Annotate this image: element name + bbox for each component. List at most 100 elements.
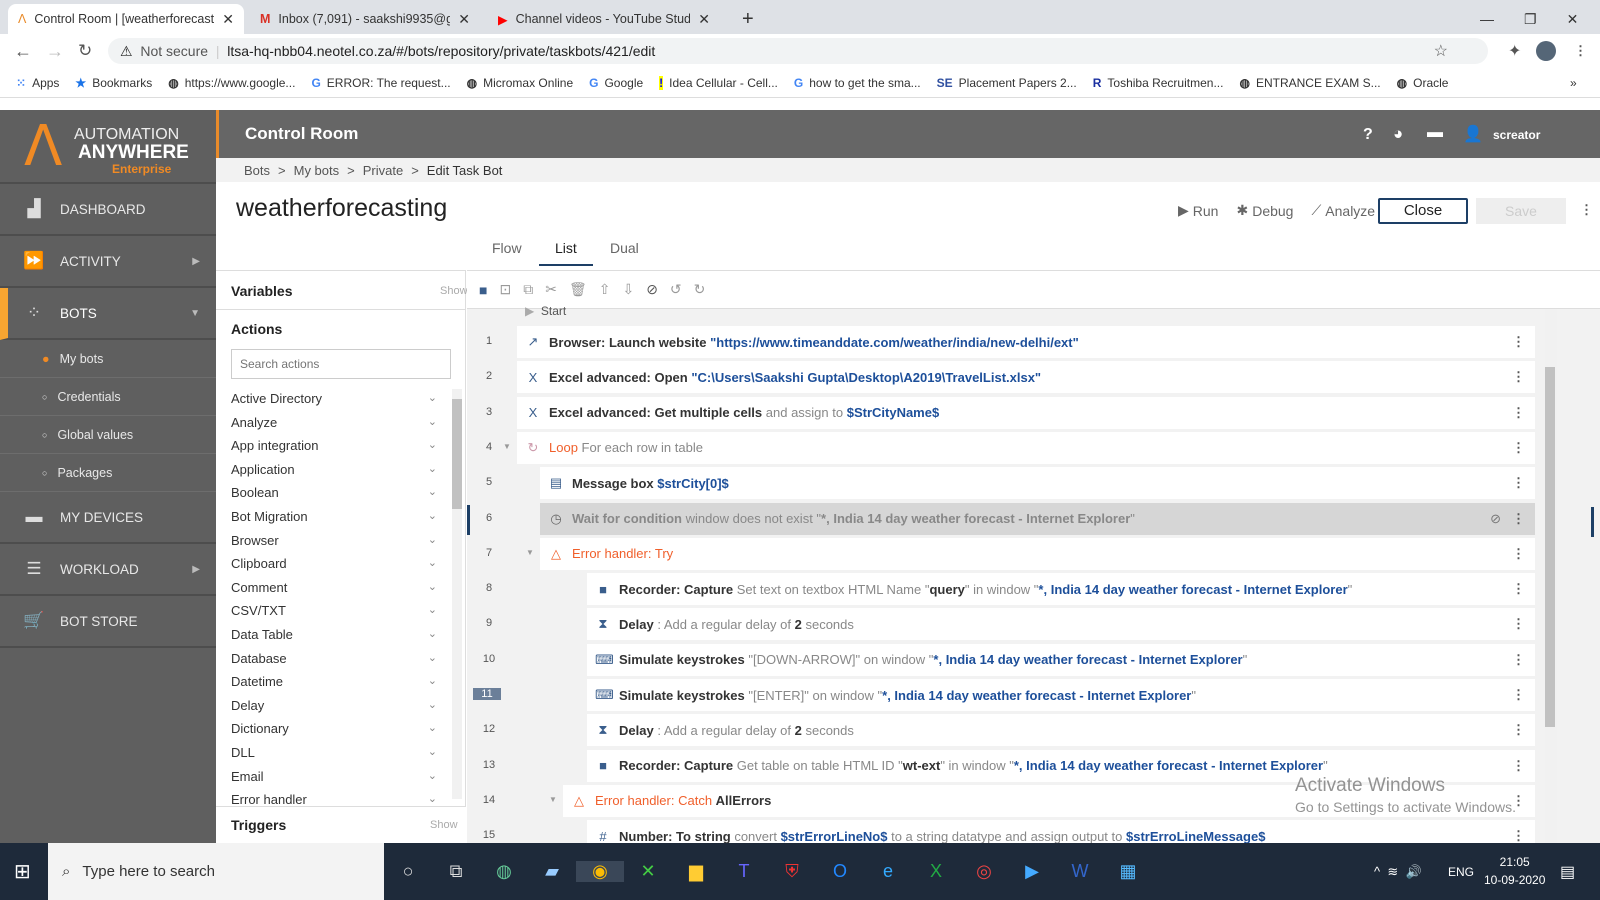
task-view-icon[interactable]: ⧉ (432, 861, 480, 882)
row-menu-icon[interactable]: ⋮ (1512, 511, 1525, 527)
help-icon[interactable]: ? (1363, 126, 1373, 144)
tab-youtube[interactable]: ▶ Channel videos - YouTube Studio ✕ (488, 4, 720, 34)
row-menu-icon[interactable]: ⋮ (1512, 581, 1525, 597)
line-number[interactable]: 6 (477, 512, 501, 524)
bookmark-google-link[interactable]: ◍ https://www.google... (168, 76, 295, 90)
close-tab-icon[interactable]: ✕ (222, 11, 234, 28)
run-button[interactable]: ▶ Run (1178, 202, 1218, 219)
excel-icon[interactable]: X (912, 861, 960, 882)
search-actions-input[interactable] (231, 349, 451, 379)
new-tab-button[interactable]: + (732, 4, 764, 34)
action-category[interactable]: Boolean ⌄ (231, 485, 437, 500)
back-icon[interactable]: ← (14, 41, 32, 62)
tray-icons[interactable]: ^ ≋ 🔊 (1374, 864, 1422, 880)
action-row[interactable]: X Excel advanced: Open "C:\Users\Saakshi … (517, 361, 1535, 394)
breadcrumb-private[interactable]: Private (363, 163, 403, 178)
line-number[interactable]: 13 (477, 759, 501, 771)
action-row[interactable]: ■ Recorder: Capture Get table on table HT… (587, 749, 1535, 782)
screen-icon[interactable]: ⊡ (499, 281, 511, 298)
app-icon[interactable]: ▶ (1008, 861, 1056, 882)
taskbar-search[interactable]: ⌕ Type here to search (48, 843, 384, 900)
row-menu-icon[interactable]: ⋮ (1512, 405, 1525, 421)
line-number[interactable]: 9 (477, 617, 501, 629)
action-row[interactable]: ⧗ Delay : Add a regular delay of 2 second… (587, 608, 1535, 641)
row-menu-icon[interactable]: ⋮ (1512, 828, 1525, 844)
sidebar-sub-credentials[interactable]: ○ Credentials (0, 378, 216, 416)
action-category[interactable]: Clipboard ⌄ (231, 556, 437, 571)
row-menu-icon[interactable]: ⋮ (1512, 616, 1525, 632)
profile-avatar[interactable] (1536, 41, 1556, 61)
app-icon[interactable]: ⛨ (768, 861, 816, 882)
line-number[interactable]: 15 (477, 829, 501, 841)
action-row[interactable]: △ Error handler: Try ⋮ (540, 537, 1535, 570)
bookmark-entrance[interactable]: ◍ ENTRANCE EXAM S... (1239, 76, 1380, 90)
collapse-icon[interactable]: ▼ (549, 795, 557, 804)
globe-icon[interactable]: ◕ (1393, 124, 1403, 144)
delete-icon[interactable]: 🗑 (569, 281, 587, 298)
sidebar-sub-my-bots[interactable]: ● My bots (0, 340, 216, 378)
action-category[interactable]: Delay ⌄ (231, 698, 437, 713)
close-tab-icon[interactable]: ✕ (698, 11, 710, 28)
action-category[interactable]: Comment ⌄ (231, 580, 437, 595)
row-menu-icon[interactable]: ⋮ (1512, 793, 1525, 809)
bookmark-how-to[interactable]: Ghow to get the sma... (794, 76, 921, 90)
row-menu-icon[interactable]: ⋮ (1512, 475, 1525, 491)
analyze-button[interactable]: ⟋ Analyze (1311, 202, 1375, 219)
file-explorer-icon[interactable]: ▆ (672, 861, 720, 882)
line-number[interactable]: 1 (477, 335, 501, 347)
extensions-icon[interactable]: ✦ (1508, 41, 1521, 61)
line-number[interactable]: 5 (477, 476, 501, 488)
tab-dual[interactable]: Dual (610, 240, 639, 256)
undo-icon[interactable]: ↺ (670, 281, 682, 298)
edge-icon[interactable]: e (864, 861, 912, 882)
breadcrumb-my-bots[interactable]: My bots (294, 163, 340, 178)
sidebar-item-activity[interactable]: ⏩ ACTIVITY ▶ (0, 236, 216, 288)
star-icon[interactable]: ☆ (1434, 41, 1448, 61)
url-bar[interactable]: ⚠ Not secure | ltsa-hq-nbb04.neotel.co.z… (108, 38, 1488, 64)
line-number[interactable]: 14 (477, 794, 501, 806)
app-icon[interactable]: ◍ (480, 861, 528, 882)
sidebar-item-workload[interactable]: ☰ WORKLOAD ▶ (0, 544, 216, 596)
action-category[interactable]: App integration ⌄ (231, 438, 437, 453)
tab-list[interactable]: List (539, 240, 593, 266)
forward-icon[interactable]: → (46, 41, 64, 62)
chrome-icon[interactable]: ◉ (576, 861, 624, 882)
action-category[interactable]: Analyze ⌄ (231, 415, 437, 430)
editor-scrollbar[interactable] (1545, 309, 1557, 844)
disabled-icon[interactable]: ⊘ (1490, 511, 1501, 527)
line-number[interactable]: 11 (473, 688, 501, 700)
tab-flow[interactable]: Flow (492, 240, 522, 256)
outlook-icon[interactable]: O (816, 861, 864, 882)
row-menu-icon[interactable]: ⋮ (1512, 369, 1525, 385)
action-category[interactable]: Error handler ⌄ (231, 792, 437, 807)
notifications-icon[interactable]: ▤ (1560, 862, 1575, 882)
line-number[interactable]: 8 (477, 582, 501, 594)
tab-control-room[interactable]: Λ Control Room | [weatherforecasti ✕ (8, 4, 244, 34)
breadcrumb-bots[interactable]: Bots (244, 163, 270, 178)
word-icon[interactable]: W (1056, 861, 1104, 882)
windows-start-icon[interactable]: ⊞ (14, 859, 31, 884)
app-icon[interactable]: ▰ (528, 861, 576, 882)
app-icon[interactable]: ▦ (1104, 861, 1152, 882)
bookmark-oracle[interactable]: ◍ Oracle (1397, 76, 1449, 90)
triggers-show-link[interactable]: Show (430, 819, 458, 831)
minimize-icon[interactable]: — (1480, 11, 1494, 27)
action-category[interactable]: Application ⌄ (231, 462, 437, 477)
user-icon[interactable]: 👤 (1463, 124, 1483, 144)
line-number[interactable]: 12 (477, 723, 501, 735)
move-up-icon[interactable]: ⇧ (599, 281, 611, 298)
copy-icon[interactable]: ⧉ (523, 281, 533, 298)
actions-scrollbar[interactable] (452, 389, 462, 799)
bookmark-apps[interactable]: ⁙ Apps (16, 76, 59, 90)
cut-icon[interactable]: ✂ (545, 281, 557, 298)
disable-icon[interactable]: ⊘ (646, 281, 658, 298)
move-down-icon[interactable]: ⇩ (622, 281, 634, 298)
teams-icon[interactable]: T (720, 861, 768, 882)
collapse-icon[interactable]: ▼ (503, 442, 511, 451)
action-category[interactable]: DLL ⌄ (231, 745, 437, 760)
action-category[interactable]: Datetime ⌄ (231, 674, 437, 689)
line-number[interactable]: 7 (477, 547, 501, 559)
action-category[interactable]: Data Table ⌄ (231, 627, 437, 642)
clock[interactable]: 21:05 10-09-2020 (1484, 853, 1545, 889)
action-row[interactable]: ◷ Wait for condition window does not exis… (540, 502, 1535, 535)
